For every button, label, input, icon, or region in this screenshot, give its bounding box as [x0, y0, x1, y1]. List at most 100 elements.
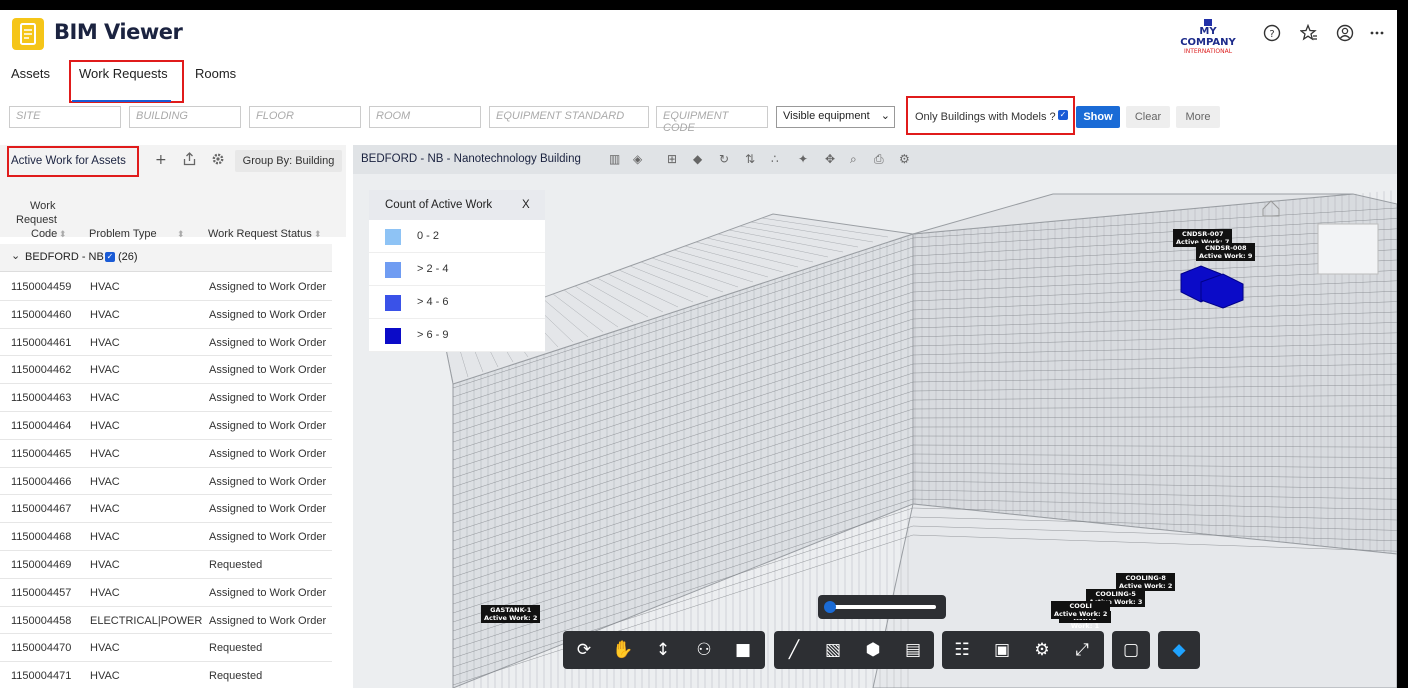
app-logo-icon — [12, 18, 44, 50]
cell-problem-type: HVAC — [90, 308, 120, 321]
share-icon[interactable]: ∴ — [771, 152, 779, 166]
table-row[interactable]: 1150004464 HVAC Assigned to Work Order — [0, 412, 332, 440]
grid-icon[interactable]: ⊞ — [667, 152, 677, 166]
view-2d-icon[interactable]: ▢ — [1117, 636, 1145, 664]
bim-viewer[interactable]: BEDFORD - NB - Nanotechnology Building ▥… — [353, 145, 1397, 688]
sort-icon[interactable]: ⬍ — [177, 227, 185, 241]
move-icon[interactable]: ✥ — [825, 152, 835, 166]
table-row[interactable]: 1150004470 HVAC Requested — [0, 634, 332, 663]
more-button[interactable]: More — [1176, 106, 1220, 128]
orbit-icon[interactable]: ⟳ — [570, 636, 598, 664]
app-header: BIM Viewer MY COMPANY INTERNATIONAL ? — [0, 10, 1397, 58]
equipment-tag-gastank-1[interactable]: GASTANK-1 Active Work: 2 — [481, 605, 541, 623]
column-header-code-line3: Code — [31, 228, 58, 240]
tags-toggle-icon[interactable]: ◆ — [1165, 636, 1193, 664]
legend-close-button[interactable]: X — [522, 199, 530, 211]
export-icon[interactable] — [183, 152, 196, 170]
settings-gear-icon[interactable] — [211, 152, 225, 170]
sync-icon[interactable]: ↻ — [719, 152, 729, 166]
only-buildings-checkbox[interactable]: ✓ — [1058, 110, 1068, 120]
tag-icon[interactable]: ◆ — [693, 152, 702, 166]
settings-gear-icon[interactable]: ⚙ — [899, 152, 910, 166]
help-icon[interactable]: ? — [1263, 24, 1281, 42]
group-by-button[interactable]: Group By: Building — [235, 150, 342, 172]
visible-equipment-select[interactable]: Visible equipment ⌄ — [776, 106, 895, 128]
camera-icon[interactable]: ■ — [729, 636, 757, 664]
legend-swatch — [385, 229, 401, 245]
table-row[interactable]: 1150004459 HVAC Assigned to Work Order — [0, 273, 332, 301]
table-row[interactable]: 1150004460 HVAC Assigned to Work Order — [0, 301, 332, 329]
clear-button[interactable]: Clear — [1126, 106, 1170, 128]
table-row[interactable]: 1150004461 HVAC Assigned to Work Order — [0, 329, 332, 357]
building-icon[interactable]: ▥ — [609, 152, 620, 166]
folder-icon[interactable]: ▤ — [899, 636, 927, 664]
pan-hand-icon[interactable]: ✋ — [609, 636, 637, 664]
explode-icon[interactable]: ✦ — [798, 152, 808, 166]
table-row[interactable]: 1150004462 HVAC Assigned to Work Order — [0, 356, 332, 385]
filter-icon[interactable]: ⇅ — [745, 152, 755, 166]
column-header-status[interactable]: Work Request Status — [208, 227, 312, 241]
properties-icon[interactable]: ▣ — [988, 636, 1016, 664]
table-row[interactable]: 1150004457 HVAC Assigned to Work Order — [0, 579, 332, 607]
cell-status: Assigned to Work Order — [209, 614, 327, 627]
tag-work: Active Work: 2 — [1054, 610, 1108, 618]
group-row-building[interactable]: ⌄ BEDFORD - NB ✓ (26) — [0, 244, 332, 272]
table-row[interactable]: 1150004468 HVAC Assigned to Work Order — [0, 523, 332, 551]
table-row[interactable]: 1150004466 HVAC Assigned to Work Order — [0, 468, 332, 496]
building-filter-input[interactable]: BUILDING — [129, 106, 241, 128]
table-row[interactable]: 1150004471 HVAC Requested — [0, 662, 332, 688]
company-subtitle: INTERNATIONAL — [1183, 48, 1233, 55]
table-row[interactable]: 1150004458 ELECTRICAL|POWER Assigned to Wo… — [0, 607, 332, 635]
user-icon[interactable] — [1336, 24, 1354, 42]
more-icon[interactable] — [1368, 24, 1386, 42]
tab-assets[interactable]: Assets — [11, 66, 50, 81]
show-button[interactable]: Show — [1076, 106, 1120, 128]
equipment-tag-cndsr-008[interactable]: CNDSR-008 Active Work: 9 — [1196, 243, 1256, 261]
cell-problem-type: HVAC — [90, 531, 120, 544]
table-row[interactable]: 1150004469 HVAC Requested — [0, 551, 332, 579]
viewer-toolbar: BEDFORD - NB - Nanotechnology Building ▥… — [353, 145, 1397, 174]
equipment-tag-cooling-a[interactable]: COOLI Active Work: 2 — [1051, 601, 1111, 619]
column-header-code-line1: Work — [30, 200, 56, 212]
chevron-down-icon[interactable]: ⌄ — [11, 249, 20, 262]
section-box-icon[interactable]: ▧ — [819, 636, 847, 664]
legend-label: > 4 - 6 — [417, 296, 449, 308]
group-checkbox[interactable]: ✓ — [105, 252, 115, 262]
equipment-code-input[interactable]: EQUIPMENT CODE — [656, 106, 768, 134]
favorites-icon[interactable] — [1299, 23, 1318, 42]
first-person-icon[interactable]: ⚇ — [690, 636, 718, 664]
tab-rooms[interactable]: Rooms — [195, 66, 236, 81]
column-header-problem-type[interactable]: Problem Type — [89, 227, 157, 241]
column-header-code-line2: Request — [16, 214, 57, 226]
cell-status: Assigned to Work Order — [209, 475, 327, 488]
table-header: Work Request Code ⬍ Problem Type ⬍ Work … — [0, 179, 346, 240]
nav-cube[interactable] — [1317, 223, 1379, 275]
fullscreen-icon[interactable]: ⤢ — [1068, 636, 1096, 664]
table-row[interactable]: 1150004463 HVAC Assigned to Work Order — [0, 384, 332, 412]
table-row[interactable]: 1150004467 HVAC Assigned to Work Order — [0, 495, 332, 524]
search-icon[interactable]: ⌕ — [850, 152, 857, 167]
column-header-code[interactable]: Work — [30, 199, 55, 213]
model-tree-icon[interactable]: ☷ — [948, 636, 976, 664]
cube-icon[interactable]: ⬢ — [859, 636, 887, 664]
table-row[interactable]: 1150004465 HVAC Assigned to Work Order — [0, 440, 332, 468]
panel-title: Active Work for Assets — [11, 155, 126, 167]
cell-problem-type: HVAC — [90, 447, 120, 460]
slider-knob[interactable] — [824, 601, 836, 613]
legend-header: Count of Active Work X — [369, 190, 545, 220]
add-icon[interactable]: + — [155, 152, 167, 168]
section-slider[interactable] — [818, 595, 946, 619]
cell-problem-type: HVAC — [90, 670, 120, 683]
measure-ruler-icon[interactable]: ╱ — [780, 636, 808, 664]
equipment-standard-input[interactable]: EQUIPMENT STANDARD — [489, 106, 649, 128]
room-filter-input[interactable]: ROOM — [369, 106, 481, 128]
site-filter-input[interactable]: SITE — [9, 106, 121, 128]
settings-gear-icon[interactable]: ⚙ — [1028, 636, 1056, 664]
sort-icon[interactable]: ⬍ — [314, 227, 322, 241]
sort-icon[interactable]: ⬍ — [59, 227, 67, 241]
floor-filter-input[interactable]: FLOOR — [249, 106, 361, 128]
layers-icon[interactable]: ◈ — [633, 152, 642, 166]
zoom-vertical-icon[interactable]: ↕ — [649, 636, 677, 664]
legend-item: > 4 - 6 — [369, 286, 545, 319]
snapshot-icon[interactable]: ⎙ — [874, 152, 884, 167]
